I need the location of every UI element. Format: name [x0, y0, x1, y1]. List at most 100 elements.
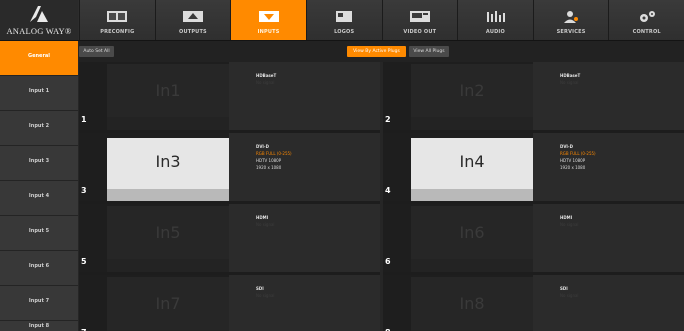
sidebar-item-label: Input 7 — [28, 298, 50, 304]
input-name: In4 — [459, 152, 485, 171]
view-all-plugs-button[interactable]: View All Plugs — [409, 46, 449, 57]
tab-label: INPUTS — [257, 29, 280, 35]
plug-type: HDBaseT — [256, 73, 277, 78]
input-number: 5 — [81, 257, 87, 266]
input-preview: In8 8 — [383, 275, 533, 331]
tab-label: SERVICES — [556, 29, 586, 35]
video-format: HDTV 1080P — [256, 158, 282, 163]
main-nav-tabs: PRECONFIG OUTPUTS INPUTS LOGOS VIDEO OUT… — [79, 0, 684, 40]
tab-services[interactable]: SERVICES — [532, 0, 609, 40]
input-info: HDMI No signal — [560, 214, 579, 228]
input-info: HDMI No signal — [256, 214, 275, 228]
input-number: 6 — [385, 257, 391, 266]
tab-audio[interactable]: AUDIO — [457, 0, 533, 40]
sidebar-item-label: Input 2 — [28, 123, 50, 129]
plug-type: HDMI — [560, 215, 573, 220]
input-card-3[interactable]: In3 3 DVI-D RGB FULL (0-255) HDTV 1080P … — [79, 133, 380, 204]
resolution: 1920 x 1080 — [256, 165, 282, 170]
tab-inputs[interactable]: INPUTS — [230, 0, 306, 40]
tab-video-out[interactable]: VIDEO OUT — [381, 0, 458, 40]
input-info: DVI-D RGB FULL (0-255) HDTV 1080P 1920 x… — [560, 143, 596, 171]
preview-screen: In7 — [107, 277, 229, 330]
tab-control[interactable]: CONTROL — [608, 0, 684, 40]
input-name: In1 — [155, 81, 181, 100]
input-preview: In2 2 — [383, 62, 533, 130]
preview-footer — [411, 117, 533, 130]
brand-logo: ANALOG WAY® — [0, 0, 78, 40]
input-preview: In5 5 — [79, 204, 229, 272]
sidebar: General Input 1 Input 2 Input 3 Input 4 … — [0, 41, 78, 331]
preview-footer — [107, 189, 229, 201]
inputs-toolbar: Auto Set All View By Active Plugs View A… — [79, 41, 684, 62]
sidebar-item-input-7[interactable]: Input 7 — [0, 286, 78, 321]
preview-screen: In3 — [107, 138, 229, 189]
input-card-5[interactable]: In5 5 HDMI No signal — [79, 204, 380, 275]
sidebar-item-label: Input 8 — [28, 323, 50, 329]
preview-footer — [107, 259, 229, 272]
control-icon — [639, 11, 655, 22]
preview-footer — [411, 259, 533, 272]
sidebar-item-input-8[interactable]: Input 8 — [0, 321, 78, 331]
input-card-8[interactable]: In8 8 SDI No signal — [383, 275, 684, 331]
sidebar-item-input-3[interactable]: Input 3 — [0, 146, 78, 181]
sidebar-item-general[interactable]: General — [0, 41, 78, 76]
video-format: HDTV 1080P — [560, 158, 586, 163]
input-preview: In4 4 — [383, 133, 533, 201]
plug-type: DVI-D — [560, 144, 573, 149]
plug-type: SDI — [560, 286, 568, 291]
sidebar-item-input-1[interactable]: Input 1 — [0, 76, 78, 111]
view-active-plugs-button[interactable]: View By Active Plugs — [347, 46, 406, 57]
input-preview: In3 3 — [79, 133, 229, 201]
resolution: 1920 x 1080 — [560, 165, 586, 170]
sidebar-item-input-4[interactable]: Input 4 — [0, 181, 78, 216]
signal-status: No signal — [256, 293, 275, 298]
auto-set-all-button[interactable]: Auto Set All — [79, 46, 114, 57]
signal-status: No signal — [256, 80, 275, 85]
input-name: In5 — [155, 223, 181, 242]
preview-screen: In1 — [107, 64, 229, 117]
preview-screen: In4 — [411, 138, 533, 189]
tab-logos[interactable]: LOGOS — [305, 0, 382, 40]
plug-type: HDBaseT — [560, 73, 581, 78]
tab-preconfig[interactable]: PRECONFIG — [79, 0, 155, 40]
sidebar-item-input-6[interactable]: Input 6 — [0, 251, 78, 286]
outputs-icon — [182, 11, 203, 22]
preview-screen: In8 — [411, 277, 533, 330]
brand-name: ANALOG WAY® — [6, 26, 72, 36]
tab-label: VIDEO OUT — [403, 29, 437, 35]
tab-label: CONTROL — [632, 29, 661, 35]
color-space: RGB FULL (0-255) — [560, 151, 596, 156]
services-icon — [564, 11, 579, 23]
input-info: SDI No signal — [256, 285, 275, 299]
input-name: In2 — [459, 81, 485, 100]
tab-label: LOGOS — [334, 29, 355, 35]
input-card-1[interactable]: In1 1 HDBaseT No signal — [79, 62, 380, 133]
preconfig-icon — [107, 11, 128, 22]
sidebar-item-input-5[interactable]: Input 5 — [0, 216, 78, 251]
audio-icon — [487, 11, 506, 22]
sidebar-item-label: Input 5 — [28, 228, 50, 234]
sidebar-item-label: Input 6 — [28, 263, 50, 269]
input-info: SDI No signal — [560, 285, 579, 299]
app-window: ANALOG WAY® PRECONFIG OUTPUTS INPUTS LOG… — [0, 0, 684, 331]
input-number: 1 — [81, 115, 87, 124]
top-navigation-bar: ANALOG WAY® PRECONFIG OUTPUTS INPUTS LOG… — [0, 0, 684, 41]
sidebar-item-input-2[interactable]: Input 2 — [0, 111, 78, 146]
preview-footer — [411, 189, 533, 201]
input-preview: In1 1 — [79, 62, 229, 130]
signal-status: No signal — [256, 222, 275, 227]
input-card-6[interactable]: In6 6 HDMI No signal — [383, 204, 684, 275]
tab-outputs[interactable]: OUTPUTS — [154, 0, 231, 40]
signal-status: No signal — [560, 293, 579, 298]
inputs-icon — [258, 11, 279, 22]
preview-screen: In6 — [411, 206, 533, 259]
input-card-4[interactable]: In4 4 DVI-D RGB FULL (0-255) HDTV 1080P … — [383, 133, 684, 204]
logos-icon — [336, 11, 353, 22]
input-card-7[interactable]: In7 7 SDI No signal — [79, 275, 380, 331]
signal-status: No signal — [560, 80, 579, 85]
input-grid: In1 1 HDBaseT No signal In2 2 HDBaseT No… — [79, 62, 684, 331]
tab-label: OUTPUTS — [179, 29, 207, 35]
input-card-2[interactable]: In2 2 HDBaseT No signal — [383, 62, 684, 133]
input-preview: In7 7 — [79, 275, 229, 331]
sidebar-item-label: Input 4 — [28, 193, 50, 199]
